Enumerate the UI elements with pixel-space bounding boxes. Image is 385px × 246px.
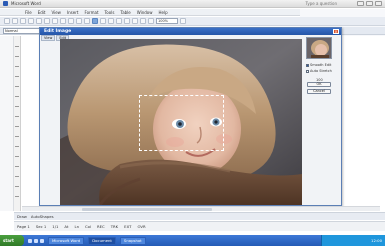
cut-icon[interactable] <box>52 18 58 24</box>
left-panel <box>0 36 14 211</box>
status-rec[interactable]: REC <box>97 224 105 229</box>
help-question-box[interactable]: Type a question <box>306 1 337 6</box>
screen: Microsoft Word Type a question File Edit… <box>0 0 385 246</box>
preview-thumbnail <box>306 37 332 59</box>
taskbar-item[interactable]: Document <box>88 236 116 245</box>
drawing-icon[interactable] <box>132 18 138 24</box>
start-button[interactable]: start <box>0 235 24 246</box>
status-page: Page 1 <box>17 224 30 229</box>
browser-icon[interactable] <box>28 238 32 243</box>
autoshapes-menu[interactable]: AutoShapes <box>31 214 54 219</box>
menu-window[interactable]: Window <box>137 10 153 15</box>
close-button[interactable] <box>375 1 382 6</box>
ok-button[interactable]: OK <box>307 82 331 87</box>
drawing-toolbar: Draw AutoShapes <box>14 212 385 220</box>
status-page-count: 1/1 <box>52 224 59 229</box>
cancel-button[interactable]: Cancel <box>307 89 331 94</box>
show-hide-icon[interactable] <box>148 18 154 24</box>
smooth-edit-label: Smooth Edit <box>310 63 332 67</box>
help-icon[interactable] <box>180 18 186 24</box>
taskbar-item[interactable]: Microsoft Word <box>48 236 85 245</box>
auto-stretch-option[interactable]: Auto Stretch <box>306 69 332 73</box>
paste-icon[interactable] <box>68 18 74 24</box>
print-icon[interactable] <box>28 18 34 24</box>
menu-help[interactable]: Help <box>159 10 168 15</box>
taskbar-item[interactable]: Snapshot <box>119 236 146 245</box>
window-titlebar: Microsoft Word Type a question <box>0 0 385 8</box>
desktop-icon[interactable] <box>34 238 38 243</box>
new-document-icon[interactable] <box>4 18 10 24</box>
window-controls <box>357 1 382 6</box>
word-app-icon <box>3 1 8 6</box>
save-icon[interactable] <box>20 18 26 24</box>
copy-icon[interactable] <box>60 18 66 24</box>
status-section: Sec 1 <box>35 224 47 229</box>
horizontal-scrollbar[interactable] <box>22 206 380 211</box>
auto-stretch-label: Auto Stretch <box>310 69 332 73</box>
document-map-icon[interactable] <box>140 18 146 24</box>
menu-view[interactable]: View <box>51 10 61 15</box>
status-ext[interactable]: EXT <box>124 224 131 229</box>
crop-selection[interactable] <box>139 95 224 151</box>
tab-view[interactable]: View <box>41 35 56 41</box>
system-tray: 12:00 <box>321 235 385 246</box>
maximize-button[interactable] <box>366 1 373 6</box>
media-icon[interactable] <box>40 238 44 243</box>
dialog-close-button[interactable]: × <box>333 29 339 34</box>
status-at: At <box>64 224 69 229</box>
status-column: Col <box>84 224 92 229</box>
status-ovr[interactable]: OVR <box>137 224 145 229</box>
tables-icon[interactable] <box>100 18 106 24</box>
status-trk[interactable]: TRK <box>111 224 118 229</box>
quick-launch <box>28 238 44 243</box>
columns-icon[interactable] <box>124 18 130 24</box>
menu-format[interactable]: Format <box>84 10 98 15</box>
zoom-select[interactable]: 100% <box>156 18 178 24</box>
status-line: Ln <box>74 224 79 229</box>
vertical-ruler <box>14 36 21 211</box>
auto-stretch-checkbox[interactable] <box>306 69 309 73</box>
dialog-titlebar: Edit Image × <box>40 28 341 35</box>
undo-icon[interactable] <box>76 18 82 24</box>
window-title: Microsoft Word <box>11 1 41 6</box>
smooth-edit-option[interactable]: Smooth Edit <box>306 63 331 67</box>
draw-menu[interactable]: Draw <box>17 214 27 219</box>
redo-icon[interactable] <box>84 18 90 24</box>
menu-table[interactable]: Table <box>120 10 130 15</box>
menu-edit[interactable]: Edit <box>38 10 46 15</box>
smooth-edit-checkbox[interactable] <box>306 63 309 67</box>
standard-toolbar: 100% <box>0 17 385 26</box>
open-icon[interactable] <box>12 18 18 24</box>
insert-excel-icon[interactable] <box>116 18 122 24</box>
status-bar: Page 1 Sec 1 1/1 At Ln Col REC TRK EXT O… <box>14 221 385 231</box>
dialog-title: Edit Image <box>44 29 72 34</box>
menu-insert[interactable]: Insert <box>67 10 78 15</box>
tray-clock[interactable]: 12:00 <box>371 238 382 243</box>
taskbar: start Microsoft Word Document Snapshot 1… <box>0 235 385 246</box>
menu-file[interactable]: File <box>25 10 32 15</box>
minimize-button[interactable] <box>357 1 364 6</box>
hyperlink-icon[interactable] <box>92 18 98 24</box>
insert-table-icon[interactable] <box>108 18 114 24</box>
spelling-icon[interactable] <box>44 18 50 24</box>
preview-icon[interactable] <box>36 18 42 24</box>
menu-tools[interactable]: Tools <box>105 10 115 15</box>
scrollbar-thumb[interactable] <box>82 208 212 211</box>
